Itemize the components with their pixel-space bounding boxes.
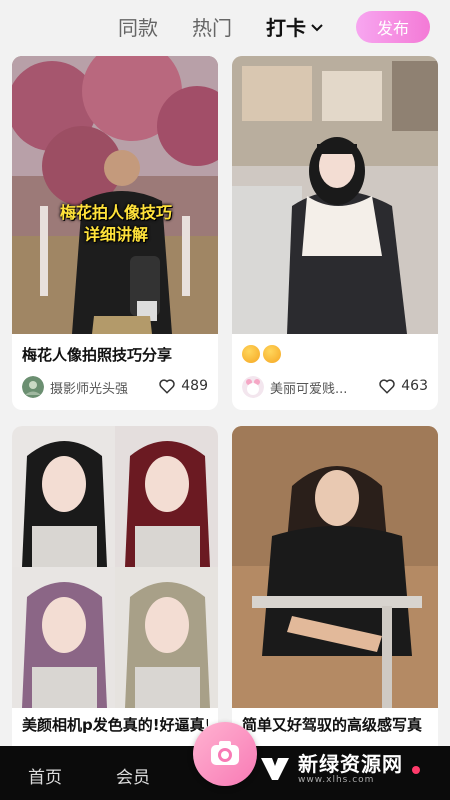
post-title[interactable] bbox=[242, 344, 428, 363]
tab-checkin[interactable]: 打卡 bbox=[266, 12, 325, 41]
post-image[interactable]: 梅花拍人像技巧 详细讲解 bbox=[12, 56, 218, 334]
nav-home[interactable]: 首页 bbox=[28, 763, 62, 788]
watermark-name: 新绿资源网 bbox=[298, 752, 403, 776]
watermark-url: www.xlhs.com bbox=[298, 775, 375, 785]
post-card[interactable]: 简单又好驾驭的高级感写真 bbox=[232, 426, 438, 800]
post-image[interactable] bbox=[232, 56, 438, 334]
like-count: 489 bbox=[181, 378, 208, 394]
post-card[interactable]: 梅花拍人像技巧 详细讲解 梅花人像拍照技巧分享 摄影师光头强 489 bbox=[12, 56, 218, 410]
author-name: 美丽可爱贱... bbox=[270, 381, 348, 397]
avatar bbox=[22, 376, 44, 398]
overlay-line-2: 详细讲解 bbox=[83, 225, 148, 244]
heart-icon bbox=[379, 379, 395, 394]
like-button[interactable]: 489 bbox=[158, 377, 208, 395]
heart-icon bbox=[159, 379, 175, 394]
like-button[interactable]: 463 bbox=[378, 377, 428, 395]
watermark-logo-icon bbox=[261, 758, 289, 780]
watermark: 新绿资源网 www.xlhs.com bbox=[258, 752, 403, 786]
tab-hot[interactable]: 热门 bbox=[192, 12, 232, 41]
camera-button[interactable] bbox=[193, 722, 257, 786]
avatar bbox=[242, 376, 264, 398]
smile-emoji-icon bbox=[242, 344, 260, 363]
post-author[interactable]: 美丽可爱贱... bbox=[242, 376, 347, 398]
post-image[interactable] bbox=[12, 426, 218, 708]
post-card[interactable]: 美颜相机p发色真的!好逼真!! bbox=[12, 426, 218, 800]
like-count: 463 bbox=[401, 378, 428, 394]
notification-dot bbox=[412, 766, 420, 774]
top-bar: 同款 热门 打卡 发布 bbox=[0, 0, 450, 54]
overlay-caption: 梅花拍人像技巧 详细讲解 bbox=[46, 202, 186, 246]
post-title[interactable]: 梅花人像拍照技巧分享 bbox=[22, 344, 208, 365]
post-author[interactable]: 摄影师光头强 bbox=[22, 376, 128, 398]
post-title[interactable]: 简单又好驾驭的高级感写真 bbox=[242, 714, 428, 735]
post-card[interactable]: 美丽可爱贱... 463 bbox=[232, 56, 438, 410]
post-image[interactable] bbox=[232, 426, 438, 708]
chevron-down-icon bbox=[311, 23, 323, 31]
camera-icon bbox=[211, 741, 239, 765]
smile-emoji-icon bbox=[263, 344, 281, 363]
tab-same-style[interactable]: 同款 bbox=[118, 12, 158, 41]
nav-vip[interactable]: 会员 bbox=[116, 763, 150, 788]
publish-button[interactable]: 发布 bbox=[356, 11, 430, 43]
post-title[interactable]: 美颜相机p发色真的!好逼真!! bbox=[22, 714, 208, 735]
author-name: 摄影师光头强 bbox=[50, 381, 129, 397]
tab-checkin-label: 打卡 bbox=[266, 16, 306, 40]
overlay-line-1: 梅花拍人像技巧 bbox=[59, 203, 172, 222]
